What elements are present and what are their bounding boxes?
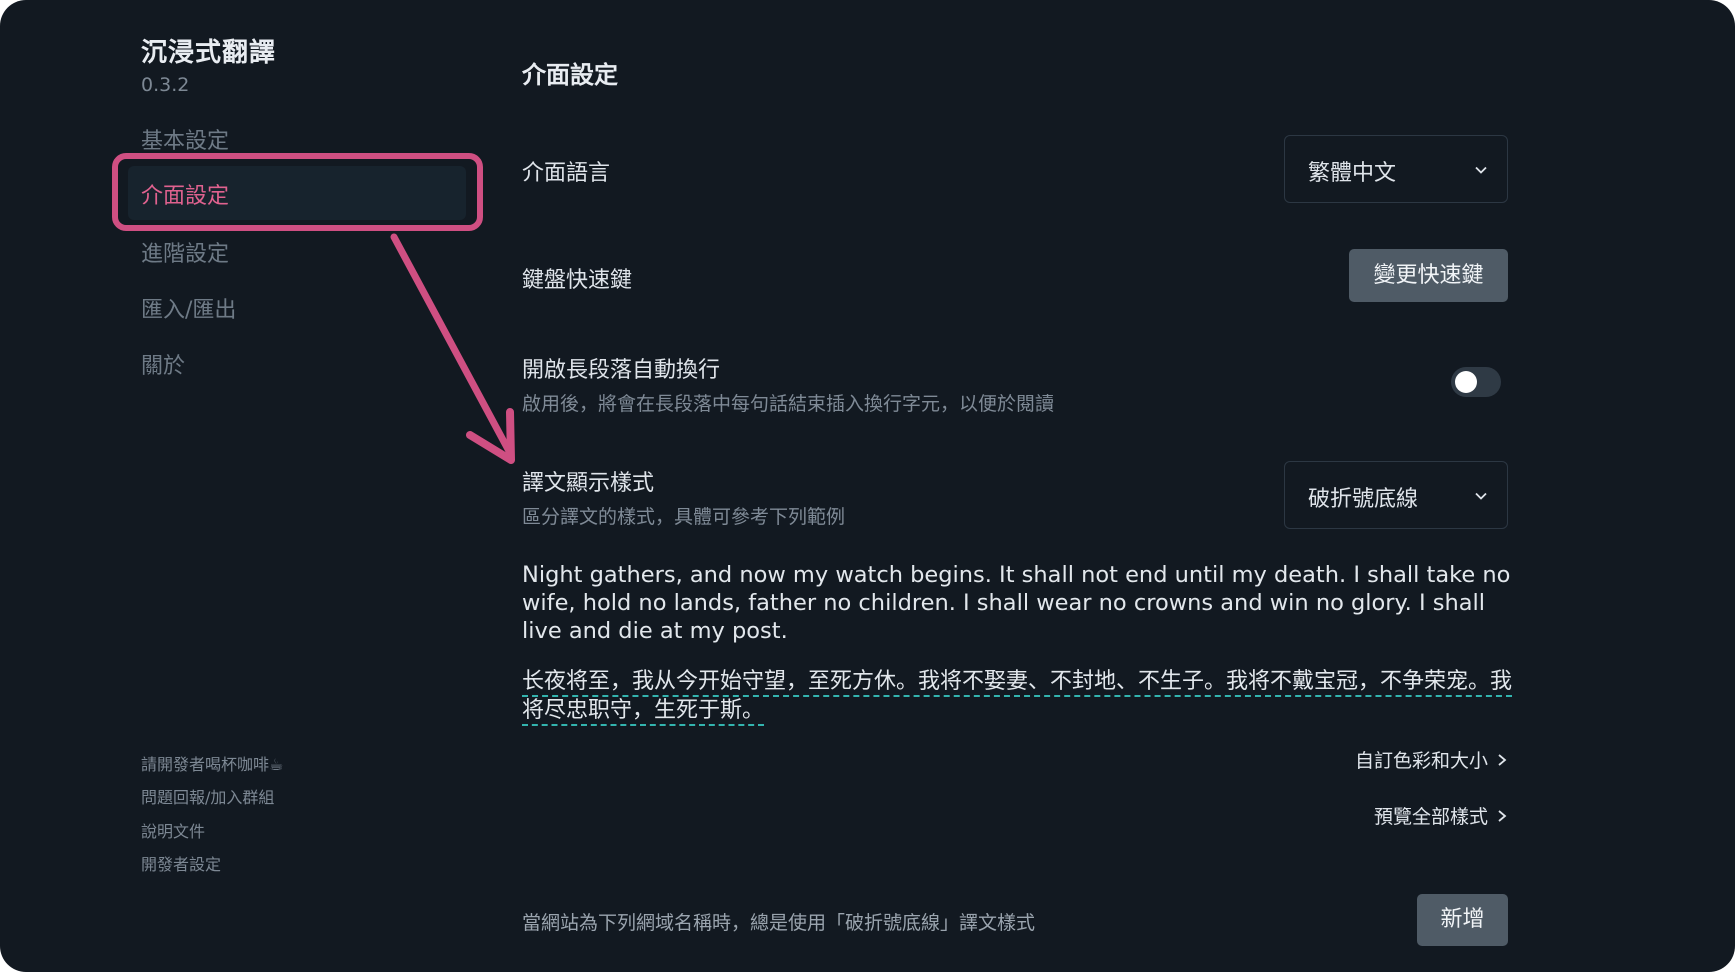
sample-original-text: Night gathers, and now my watch begins. …	[522, 562, 1511, 644]
ui-language-value: 繁體中文	[1308, 161, 1397, 186]
feedback-link[interactable]: 問題回報/加入群組	[141, 784, 274, 808]
ui-language-select[interactable]: 繁體中文	[1284, 135, 1508, 203]
chevron-down-icon	[1475, 166, 1487, 174]
line-break-label: 開啟長段落自動換行	[522, 358, 721, 383]
preview-styles-link[interactable]: 預覽全部樣式	[1374, 802, 1508, 829]
custom-style-link[interactable]: 自訂色彩和大小	[1355, 746, 1508, 773]
sidebar-item-advanced[interactable]: 進階設定	[141, 236, 229, 268]
sidebar-item-about[interactable]: 關於	[141, 348, 185, 380]
main-content: 介面設定 介面語言 繁體中文 鍵盤快速鍵 變更快速鍵 開啟長段落自動換行 啟用後…	[522, 0, 1513, 972]
toggle-knob	[1455, 371, 1477, 393]
add-domain-button[interactable]: 新增	[1417, 894, 1508, 946]
sidebar-item-import-export[interactable]: 匯入/匯出	[141, 292, 236, 324]
display-style-select[interactable]: 破折號底線	[1284, 461, 1508, 529]
display-style-description: 區分譯文的樣式，具體可參考下列範例	[522, 506, 846, 528]
line-break-description: 啟用後，將會在長段落中每句話結束插入換行字元，以便於閱讀	[522, 393, 1055, 415]
chevron-down-icon	[1475, 492, 1487, 500]
shortcut-label: 鍵盤快速鍵	[522, 268, 633, 293]
display-style-label: 譯文顯示樣式	[522, 471, 655, 496]
preview-styles-label: 預覽全部樣式	[1373, 806, 1488, 828]
app-version: 0.3.2	[141, 74, 190, 96]
app-window: 沉浸式翻譯 0.3.2 基本設定 介面設定 進階設定 匯入/匯出 關於 請開發者…	[0, 0, 1735, 972]
page-title: 介面設定	[522, 61, 618, 89]
chevron-right-icon	[1498, 753, 1507, 766]
domain-rule-text: 當網站為下列網域名稱時，總是使用「破折號底線」譯文樣式	[522, 912, 1036, 934]
annotation-highlight-box	[112, 153, 483, 231]
custom-style-label: 自訂色彩和大小	[1354, 750, 1488, 772]
ui-language-label: 介面語言	[522, 161, 611, 186]
sidebar-item-basic[interactable]: 基本設定	[141, 123, 229, 155]
buy-coffee-link[interactable]: 請開發者喝杯咖啡☕	[141, 751, 283, 775]
sample-translated-underlined: 长夜将至，我从今开始守望，至死方休。我将不娶妻、不封地、不生子。我将不戴宝冠，不…	[522, 669, 1513, 726]
developer-settings-link[interactable]: 開發者設定	[141, 851, 221, 875]
line-break-toggle[interactable]	[1451, 367, 1501, 397]
sidebar: 沉浸式翻譯 0.3.2 基本設定 介面設定 進階設定 匯入/匯出 關於 請開發者…	[0, 0, 490, 972]
docs-link[interactable]: 說明文件	[141, 818, 205, 842]
chevron-right-icon	[1498, 809, 1507, 822]
app-title: 沉浸式翻譯	[141, 38, 277, 68]
change-shortcut-button[interactable]: 變更快速鍵	[1349, 249, 1508, 302]
display-style-value: 破折號底線	[1308, 487, 1419, 512]
sample-translated-text: 长夜将至，我从今开始守望，至死方休。我将不娶妻、不封地、不生子。我将不戴宝冠，不…	[522, 667, 1513, 726]
